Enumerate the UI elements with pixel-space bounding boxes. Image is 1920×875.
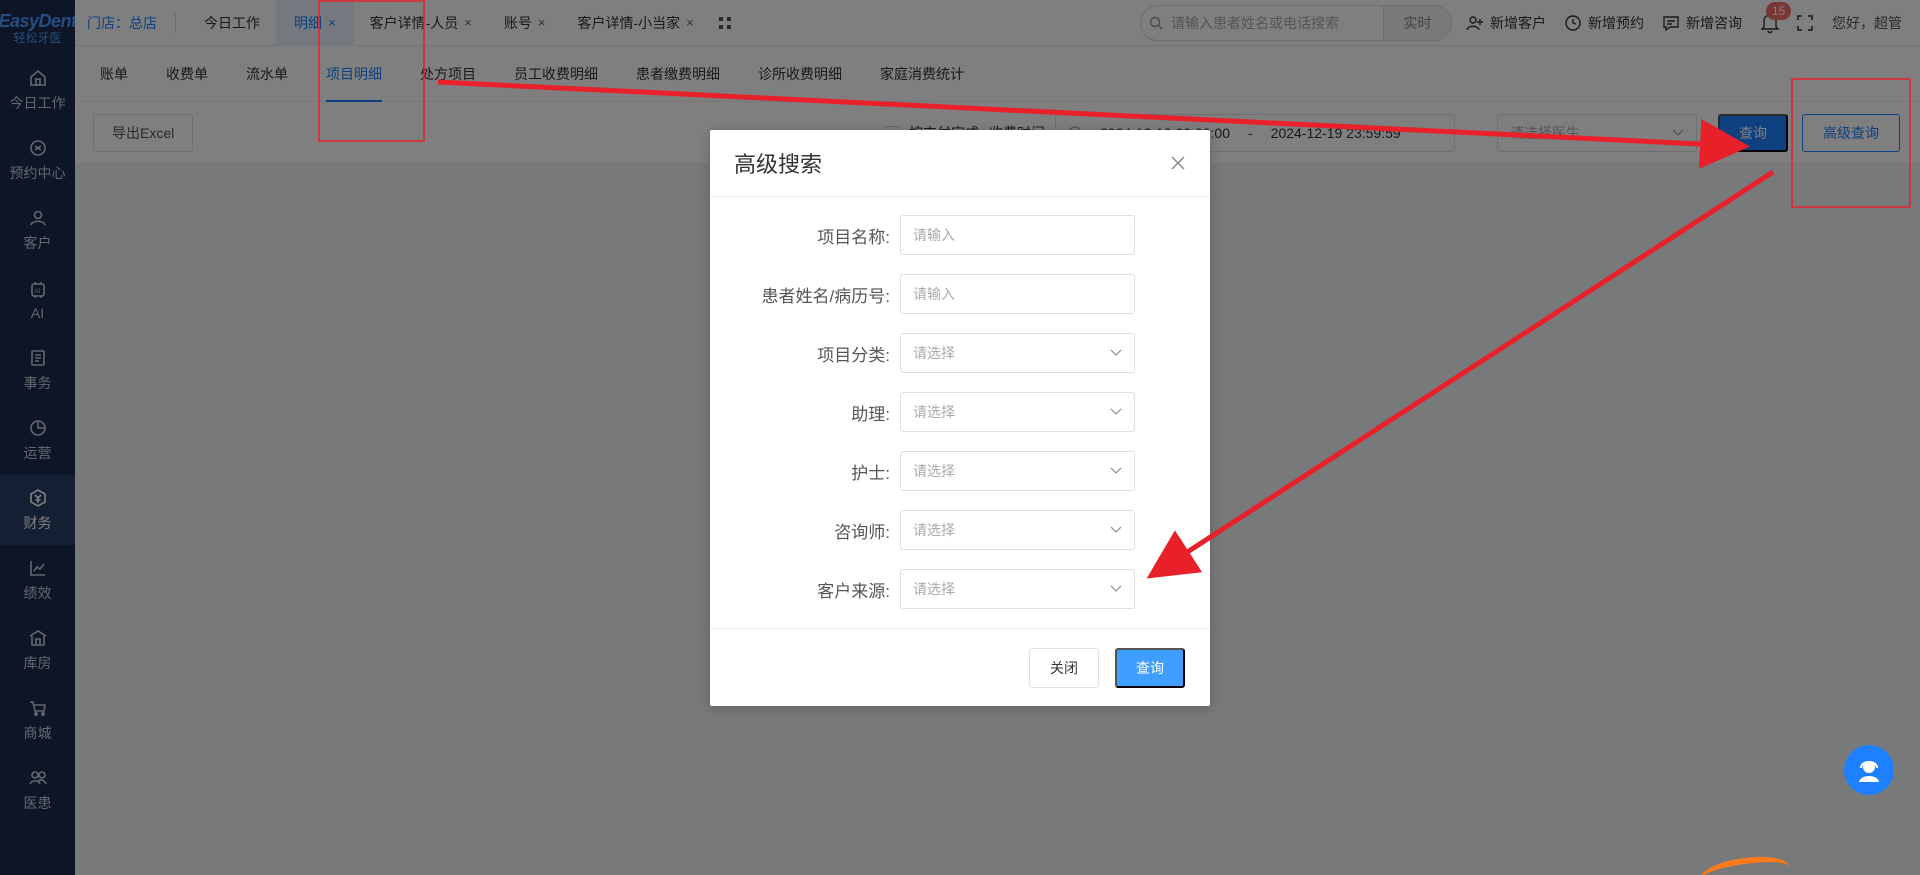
assistant-select[interactable]: 请选择 bbox=[900, 392, 1135, 432]
form-row-item-name: 项目名称: bbox=[710, 215, 1210, 255]
close-icon[interactable] bbox=[1170, 155, 1186, 171]
chevron-down-icon bbox=[1110, 526, 1122, 533]
dialog-header: 高级搜索 bbox=[710, 130, 1210, 197]
item-name-input[interactable] bbox=[913, 227, 1122, 243]
patient-name-label: 患者姓名/病历号: bbox=[761, 286, 890, 306]
consultant-label: 咨询师: bbox=[834, 522, 890, 542]
item-category-label: 项目分类: bbox=[817, 345, 890, 365]
customer-service-button[interactable] bbox=[1844, 745, 1894, 795]
select-placeholder: 请选择 bbox=[913, 463, 955, 479]
select-placeholder: 请选择 bbox=[913, 581, 955, 597]
dialog-title: 高级搜索 bbox=[734, 152, 823, 177]
select-placeholder: 请选择 bbox=[913, 522, 955, 538]
form-row-consultant: 咨询师: 请选择 bbox=[710, 510, 1210, 550]
form-row-category: 项目分类: 请选择 bbox=[710, 333, 1210, 373]
form-row-nurse: 护士: 请选择 bbox=[710, 451, 1210, 491]
select-placeholder: 请选择 bbox=[913, 345, 955, 361]
patient-name-field[interactable] bbox=[900, 274, 1135, 314]
dialog-close-button[interactable]: 关闭 bbox=[1029, 647, 1099, 688]
chevron-down-icon bbox=[1110, 467, 1122, 474]
customer-source-label: 客户来源: bbox=[817, 581, 890, 601]
dialog-query-button[interactable]: 查询 bbox=[1115, 647, 1185, 688]
form-row-source: 客户来源: 请选择 bbox=[710, 569, 1210, 609]
headset-icon bbox=[1859, 761, 1879, 782]
item-name-label: 项目名称: bbox=[817, 227, 890, 247]
chevron-down-icon bbox=[1110, 585, 1122, 592]
advanced-search-dialog: 高级搜索 项目名称: 患者姓名/病历号: 项目分类: 请选择 助理: 请选择 护… bbox=[710, 130, 1210, 706]
advanced-search-form: 项目名称: 患者姓名/病历号: 项目分类: 请选择 助理: 请选择 护士: 请选… bbox=[710, 197, 1210, 609]
form-row-assistant: 助理: 请选择 bbox=[710, 392, 1210, 432]
dialog-footer: 关闭 查询 bbox=[710, 628, 1210, 706]
nurse-label: 护士: bbox=[851, 463, 890, 483]
chevron-down-icon bbox=[1110, 408, 1122, 415]
patient-name-input[interactable] bbox=[913, 286, 1122, 302]
assistant-label: 助理: bbox=[851, 404, 890, 424]
consultant-select[interactable]: 请选择 bbox=[900, 510, 1135, 550]
app-root: EasyDent 轻松牙医 今日工作 预约中心 客户 AI AI 事务 运营 bbox=[0, 0, 1920, 875]
select-placeholder: 请选择 bbox=[913, 404, 955, 420]
form-row-patient: 患者姓名/病历号: bbox=[710, 274, 1210, 314]
nurse-select[interactable]: 请选择 bbox=[900, 451, 1135, 491]
chevron-down-icon bbox=[1110, 349, 1122, 356]
item-name-field[interactable] bbox=[900, 215, 1135, 255]
customer-source-select[interactable]: 请选择 bbox=[900, 569, 1135, 609]
item-category-select[interactable]: 请选择 bbox=[900, 333, 1135, 373]
